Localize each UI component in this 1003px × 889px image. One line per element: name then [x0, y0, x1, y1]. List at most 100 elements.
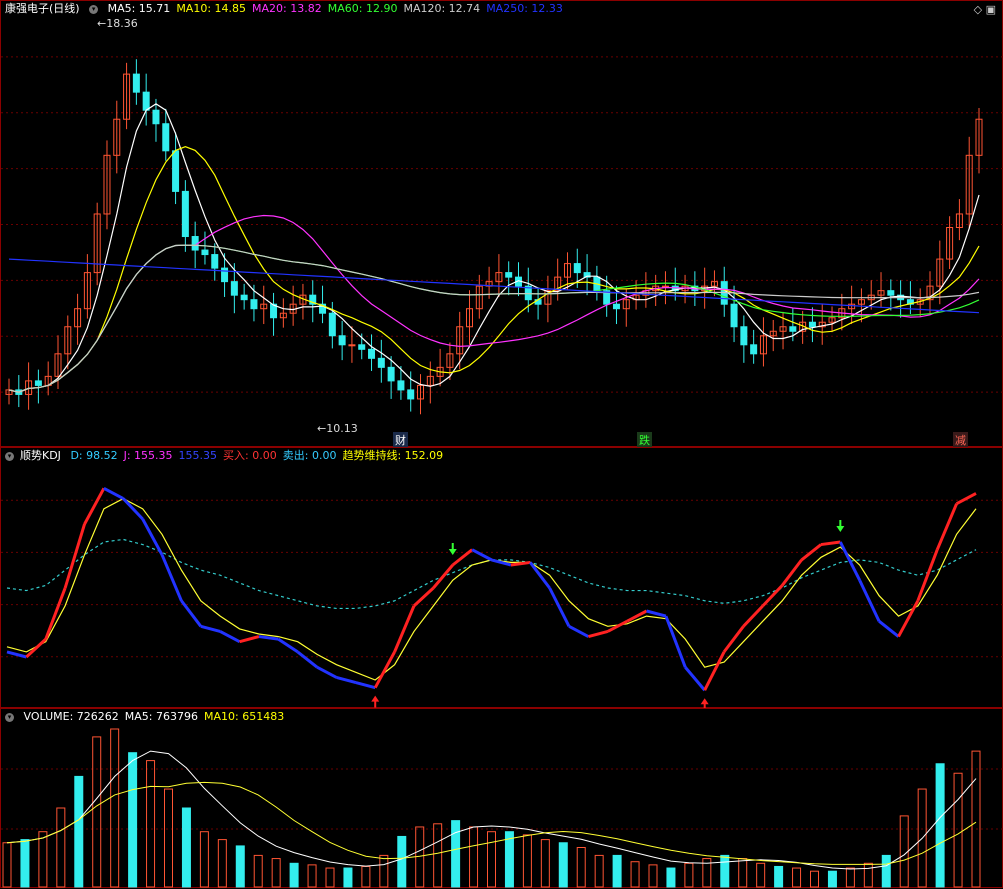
volume-bar: [612, 854, 622, 888]
kdj-k-segment: [83, 487, 106, 525]
chevron-down-icon[interactable]: ▾: [89, 5, 99, 14]
volume-bar: [738, 858, 748, 888]
ma-label-2: MA20: 13.82: [252, 2, 322, 15]
kdj-header: ▾ 顺势KDJ D: 98.52 J: 155.35 155.35 买入: 0.00 卖出…: [5, 448, 455, 464]
candle-body: [407, 389, 415, 400]
candle-body: [808, 321, 816, 328]
candle-body: [573, 263, 581, 274]
kdj-k-segment: [742, 604, 764, 628]
kdj-k-segment: [548, 587, 571, 628]
kdj-k-segment: [568, 625, 590, 638]
candle-body: [348, 344, 356, 347]
kdj-k-segment: [200, 624, 221, 633]
high-price-label: ←18.36: [97, 17, 138, 30]
kdj-label-0: D: 98.52: [70, 449, 118, 462]
event-finance[interactable]: 财: [393, 432, 408, 448]
ma-label-1: MA10: 14.85: [176, 2, 247, 15]
volume-bar: [774, 865, 784, 888]
volume-bar: [2, 842, 12, 888]
kdj-k-segment: [6, 650, 27, 659]
kdj-panel[interactable]: ▾ 顺势KDJ D: 98.52 J: 155.35 155.35 买入: 0.00 卖出…: [0, 447, 1003, 709]
chevron-down-icon[interactable]: ▾: [5, 713, 14, 722]
candle-body: [358, 344, 366, 350]
kdj-k-segment: [761, 584, 784, 607]
high-price-value: 18.36: [106, 17, 138, 30]
kdj-k-segment: [839, 541, 862, 582]
square-icon[interactable]: ▣: [986, 3, 996, 16]
kdj-k-segment: [103, 487, 124, 500]
kdj-k-segment: [393, 605, 416, 653]
volume-bar: [648, 864, 658, 888]
kdj-label-5: 趋势维持线: 152.09: [342, 449, 444, 462]
candle-body: [612, 303, 620, 310]
kdj-chart: [1, 487, 1003, 709]
buy-arrow-icon: [371, 695, 380, 708]
candle-body: [172, 150, 180, 192]
event-reduce[interactable]: 减: [953, 432, 968, 448]
low-price-value: 10.13: [326, 422, 358, 435]
kdj-title: 顺势KDJ: [20, 449, 61, 462]
volume-bar: [576, 847, 586, 888]
candle-body: [377, 357, 385, 368]
volume-bar: [630, 861, 640, 888]
volume-bar: [666, 867, 676, 888]
kdj-k-segment: [412, 586, 435, 607]
ma10-line: [8, 146, 980, 393]
ma-label-0: MA5: 15.71: [107, 2, 171, 15]
kdj-k-segment: [684, 666, 706, 692]
kdj-k-segment: [916, 549, 939, 602]
chevron-down-icon[interactable]: ▾: [5, 452, 14, 461]
low-price-label: ←10.13: [317, 422, 358, 435]
volume-bar: [935, 763, 945, 888]
candle-body: [328, 312, 336, 337]
kdj-k-segment: [897, 600, 920, 638]
stock-name: 康强电子: [5, 2, 49, 15]
volume-bar: [235, 845, 245, 888]
kdj-d-line: [6, 497, 977, 681]
volume-bar: [684, 862, 694, 888]
event-drop[interactable]: 跌: [637, 432, 652, 448]
price-panel[interactable]: 康强电子(日线) ▾ MA5: 15.71 MA10: 14.85 MA20: 13…: [0, 0, 1003, 448]
volume-bar: [953, 772, 963, 888]
candle-body: [887, 290, 895, 296]
volume-bar: [38, 831, 48, 888]
volume-panel[interactable]: ▾ VOLUME: 726262 MA5: 763796 MA10: 651483: [0, 708, 1003, 888]
ma-label-5: MA250: 12.33: [486, 2, 563, 15]
kdj-k-segment: [25, 638, 47, 659]
volume-bar: [199, 831, 209, 888]
volume-bar: [56, 807, 66, 888]
candle-body: [221, 267, 229, 283]
ma-label-4: MA120: 12.74: [403, 2, 481, 15]
volume-bar: [451, 820, 461, 888]
volume-bar: [469, 826, 479, 888]
kdj-k-segment: [588, 629, 609, 639]
candle-body: [789, 326, 797, 332]
volume-bar: [289, 862, 299, 888]
candle-body: [505, 272, 513, 278]
volume-header: ▾ VOLUME: 726262 MA5: 763796 MA10: 651483: [5, 709, 296, 725]
kdj-label-3: 买入: 0.00: [223, 449, 277, 462]
period-label: (日线): [49, 2, 80, 15]
volume-bar: [146, 760, 156, 888]
kdj-k-segment: [820, 540, 841, 547]
kdj-k-segment: [141, 518, 164, 556]
volume-bar: [540, 839, 550, 888]
volume-bar: [271, 858, 281, 888]
kdj-k-segment: [258, 635, 279, 641]
volume-label-0: VOLUME: 726262: [23, 710, 119, 723]
kdj-label-4: 卖出: 0.00: [282, 449, 337, 462]
volume-bar: [217, 839, 227, 888]
candle-body: [730, 303, 738, 328]
volume-bar: [487, 831, 496, 888]
trend-line: [6, 538, 977, 610]
candle-body: [240, 294, 248, 301]
diamond-icon[interactable]: ◇: [974, 3, 982, 16]
volume-bar: [863, 862, 873, 888]
volume-bar: [810, 870, 819, 888]
volume-bar: [128, 752, 138, 888]
kdj-k-segment: [239, 635, 260, 644]
sell-arrow-icon: [448, 543, 457, 555]
volume-bar: [594, 854, 604, 888]
candle-body: [750, 344, 758, 355]
kdj-k-segment: [935, 503, 959, 551]
